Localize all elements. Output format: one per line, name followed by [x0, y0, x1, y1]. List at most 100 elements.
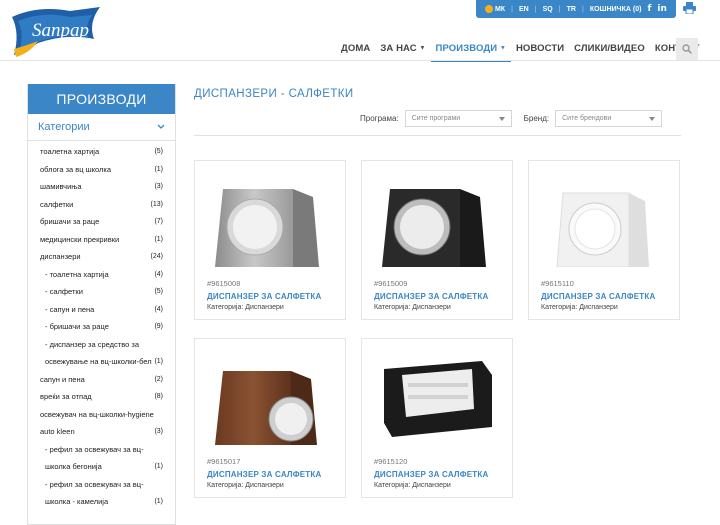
- site-logo[interactable]: Sanpap: [8, 3, 108, 59]
- category-item[interactable]: диспанзери (24): [28, 248, 175, 266]
- product-name[interactable]: ДИСПАНЗЕР ЗА САЛФЕТКА: [207, 470, 321, 479]
- lang-en-link[interactable]: EN: [519, 6, 529, 13]
- brand-filter-label: Бренд:: [523, 114, 550, 123]
- category-count: (9): [154, 323, 163, 330]
- separator: |: [534, 5, 537, 13]
- category-item[interactable]: салфетки (13): [28, 196, 175, 214]
- category-count: (3): [154, 428, 163, 435]
- subcategory-item[interactable]: - диспанзер за средство за освежување на…: [28, 336, 175, 371]
- category-label: - бришачи за раце: [45, 322, 109, 331]
- logo-text: Sanpap: [32, 20, 89, 41]
- product-code: #9615008: [207, 279, 241, 288]
- product-image-black-tabletop-dispenser: [384, 361, 492, 437]
- product-card[interactable]: #9615017 ДИСПАНЗЕР ЗА САЛФЕТКА Категориј…: [194, 338, 346, 498]
- category-count: (13): [150, 200, 163, 208]
- caret-down-icon: [498, 116, 505, 121]
- chevron-down-icon: ▼: [419, 45, 426, 52]
- search-icon: [682, 44, 692, 54]
- category-count: (5): [154, 288, 163, 295]
- category-label: - диспанзер за средство за освежување на…: [45, 339, 152, 367]
- linkedin-icon[interactable]: in: [657, 4, 667, 14]
- product-code: #9615017: [207, 457, 241, 466]
- category-count: (24): [150, 253, 163, 260]
- category-item[interactable]: тоалетна хартија (5): [28, 143, 175, 161]
- category-item[interactable]: освежувач на вц-школки-hygiene auto klee…: [28, 406, 175, 441]
- categories-title: Категории: [38, 121, 90, 133]
- printer-icon[interactable]: [683, 2, 696, 14]
- category-item[interactable]: медицински прекривки (1): [28, 231, 175, 249]
- separator: |: [511, 5, 513, 13]
- product-card[interactable]: #9615110 ДИСПАНЗЕР ЗА САЛФЕТКА Категориј…: [528, 160, 680, 320]
- caret-down-icon: [649, 116, 656, 121]
- category-count: (8): [154, 393, 163, 400]
- product-category: Категорија: Диспанзери: [374, 482, 451, 489]
- product-card[interactable]: #9615009 ДИСПАНЗЕР ЗА САЛФЕТКА Категориј…: [361, 160, 513, 320]
- page-title: ДИСПАНЗЕРИ - САЛФЕТКИ: [194, 88, 354, 100]
- subcategory-item[interactable]: - сапун и пена (4): [28, 301, 175, 319]
- chevron-down-icon: [157, 124, 165, 129]
- product-name[interactable]: ДИСПАНЗЕР ЗА САЛФЕТКА: [207, 292, 321, 301]
- nav-about[interactable]: ЗА НАС ▼: [375, 38, 430, 62]
- category-item[interactable]: шамивчиња (3): [28, 178, 175, 196]
- category-count: (1): [154, 165, 163, 173]
- sidebar-title: ПРОИЗВОДИ: [28, 84, 175, 114]
- category-label: - рефил за освежувач за вц-школка - каме…: [45, 479, 144, 507]
- category-item[interactable]: облога за вц школка (1): [28, 161, 175, 179]
- program-filter-select[interactable]: Сите програми: [404, 110, 512, 127]
- category-item[interactable]: вреќи за отпад (8): [28, 388, 175, 406]
- subcategory-item[interactable]: - рефил за освежувач за вц-школка бегони…: [28, 441, 175, 476]
- lang-tr-link[interactable]: TR: [567, 6, 576, 13]
- separator: |: [558, 5, 561, 13]
- category-item[interactable]: бришачи за раце (7): [28, 213, 175, 231]
- category-label: освежувач на вц-школки-hygiene auto klee…: [40, 409, 154, 437]
- nav-products-label: ПРОИЗВОДИ: [435, 43, 498, 54]
- cart-link[interactable]: КОШНИЧКА (0): [590, 6, 642, 13]
- chevron-down-icon: ▼: [499, 45, 506, 52]
- product-code: #9615009: [374, 279, 408, 288]
- product-category: Категорија: Диспанзери: [207, 482, 284, 489]
- category-label: облога за вц школка: [40, 164, 112, 174]
- nav-news[interactable]: НОВОСТИ: [511, 38, 569, 62]
- category-label: - сапун и пена: [45, 304, 95, 314]
- program-filter-label: Програма:: [360, 114, 399, 123]
- subcategory-item[interactable]: - тоалетна хартија (4): [28, 266, 175, 284]
- category-label: салфетки: [40, 199, 74, 209]
- product-name[interactable]: ДИСПАНЗЕР ЗА САЛФЕТКА: [541, 292, 655, 301]
- category-label: бришачи за раце: [40, 217, 100, 226]
- brand-filter-select[interactable]: Сите брендови: [555, 110, 663, 127]
- product-name[interactable]: ДИСПАНЗЕР ЗА САЛФЕТКА: [374, 292, 488, 301]
- category-label: - салфетки: [45, 287, 83, 296]
- subcategory-item[interactable]: - рефил за освежувач за вц-школка - каме…: [28, 476, 175, 511]
- subcategory-item[interactable]: - бришачи за раце (9): [28, 318, 175, 336]
- product-name[interactable]: ДИСПАНЗЕР ЗА САЛФЕТКА: [374, 470, 488, 479]
- category-count: (3): [154, 183, 163, 190]
- filter-bar: Програма: Сите програми Бренд: Сите брен…: [360, 110, 663, 127]
- product-card[interactable]: #9615120 ДИСПАНЗЕР ЗА САЛФЕТКА Категориј…: [361, 338, 513, 498]
- filter-divider: [194, 135, 681, 136]
- facebook-icon[interactable]: f: [647, 4, 651, 14]
- search-button[interactable]: [676, 38, 698, 60]
- subcategory-item[interactable]: - салфетки (5): [28, 283, 175, 301]
- nav-home[interactable]: ДОМА: [336, 38, 375, 62]
- category-count: (4): [154, 270, 163, 278]
- category-count: (1): [154, 235, 163, 243]
- category-label: шамивчиња: [40, 182, 82, 191]
- category-label: тоалетна хартија: [40, 147, 100, 156]
- nav-gallery[interactable]: СЛИКИ/ВИДЕО: [569, 38, 650, 62]
- category-count: (4): [154, 305, 163, 313]
- category-label: - рефил за освежувач за вц-школка бегони…: [45, 444, 144, 472]
- lang-mk-link[interactable]: МК: [485, 5, 505, 13]
- product-category: Категорија: Диспанзери: [374, 304, 451, 311]
- category-count: (1): [154, 463, 163, 470]
- lang-mk-label: МК: [494, 5, 506, 13]
- product-code: #9615110: [541, 279, 574, 288]
- category-count: (1): [154, 358, 163, 365]
- product-card[interactable]: #9615008 ДИСПАНЗЕР ЗА САЛФЕТКА Категориј…: [194, 160, 346, 320]
- nav-products[interactable]: ПРОИЗВОДИ ▼: [430, 38, 511, 62]
- category-item[interactable]: сапун и пена (2): [28, 371, 175, 389]
- lang-sq-link[interactable]: SQ: [543, 6, 553, 13]
- top-utility-bar: МК | EN | SQ | TR | КОШНИЧКА (0) f in: [476, 0, 676, 18]
- category-label: вреќи за отпад: [40, 392, 92, 401]
- categories-toggle[interactable]: Категории: [28, 114, 175, 141]
- product-category: Категорија: Диспанзери: [541, 304, 618, 311]
